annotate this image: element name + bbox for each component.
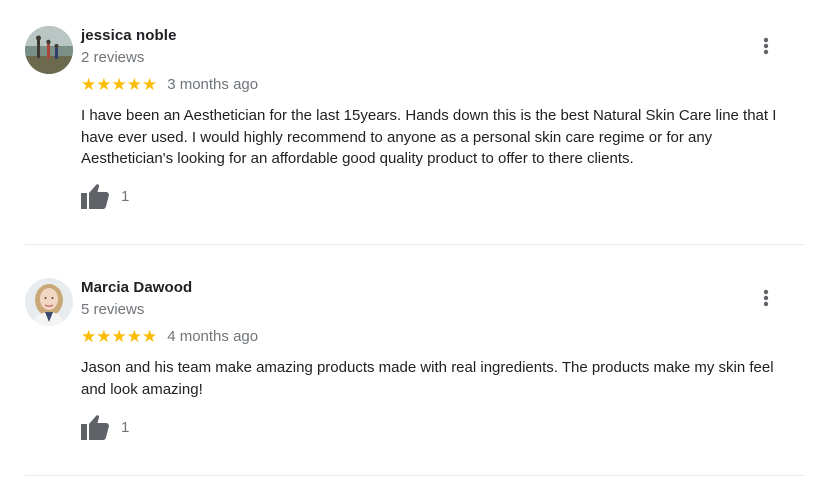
more-options-button[interactable]: [756, 34, 776, 58]
avatar[interactable]: [25, 26, 73, 74]
reviewer-name[interactable]: Marcia Dawood: [81, 279, 192, 296]
more-vert-icon: [763, 37, 769, 55]
like-count: 1: [121, 187, 130, 205]
like-count: 1: [121, 418, 130, 436]
review-text: I have been an Aesthetician for the last…: [81, 107, 777, 167]
like-row: 1: [81, 414, 129, 440]
avatar[interactable]: [25, 278, 73, 326]
reviewer-review-count[interactable]: 5 reviews: [81, 301, 144, 318]
avatar-photo: [25, 278, 73, 326]
like-row: 1: [81, 183, 129, 209]
avatar-photo: [25, 26, 73, 74]
thumbs-up-icon[interactable]: [81, 183, 109, 209]
review-date: 4 months ago: [167, 327, 259, 345]
star-rating: ★★★★★: [81, 326, 158, 346]
more-options-button[interactable]: [756, 286, 776, 310]
thumbs-up-icon[interactable]: [81, 414, 109, 440]
reviewer-review-count[interactable]: 2 reviews: [81, 49, 144, 66]
more-vert-icon: [763, 289, 769, 307]
rating-row: ★★★★★ 3 months ago: [81, 74, 258, 94]
divider: [25, 244, 804, 245]
star-rating: ★★★★★: [81, 74, 158, 94]
reviewer-name[interactable]: jessica noble: [81, 27, 177, 44]
divider: [25, 475, 804, 476]
review-date: 3 months ago: [167, 75, 259, 93]
review-text: Jason and his team make amazing products…: [81, 359, 774, 398]
rating-row: ★★★★★ 4 months ago: [81, 326, 258, 346]
